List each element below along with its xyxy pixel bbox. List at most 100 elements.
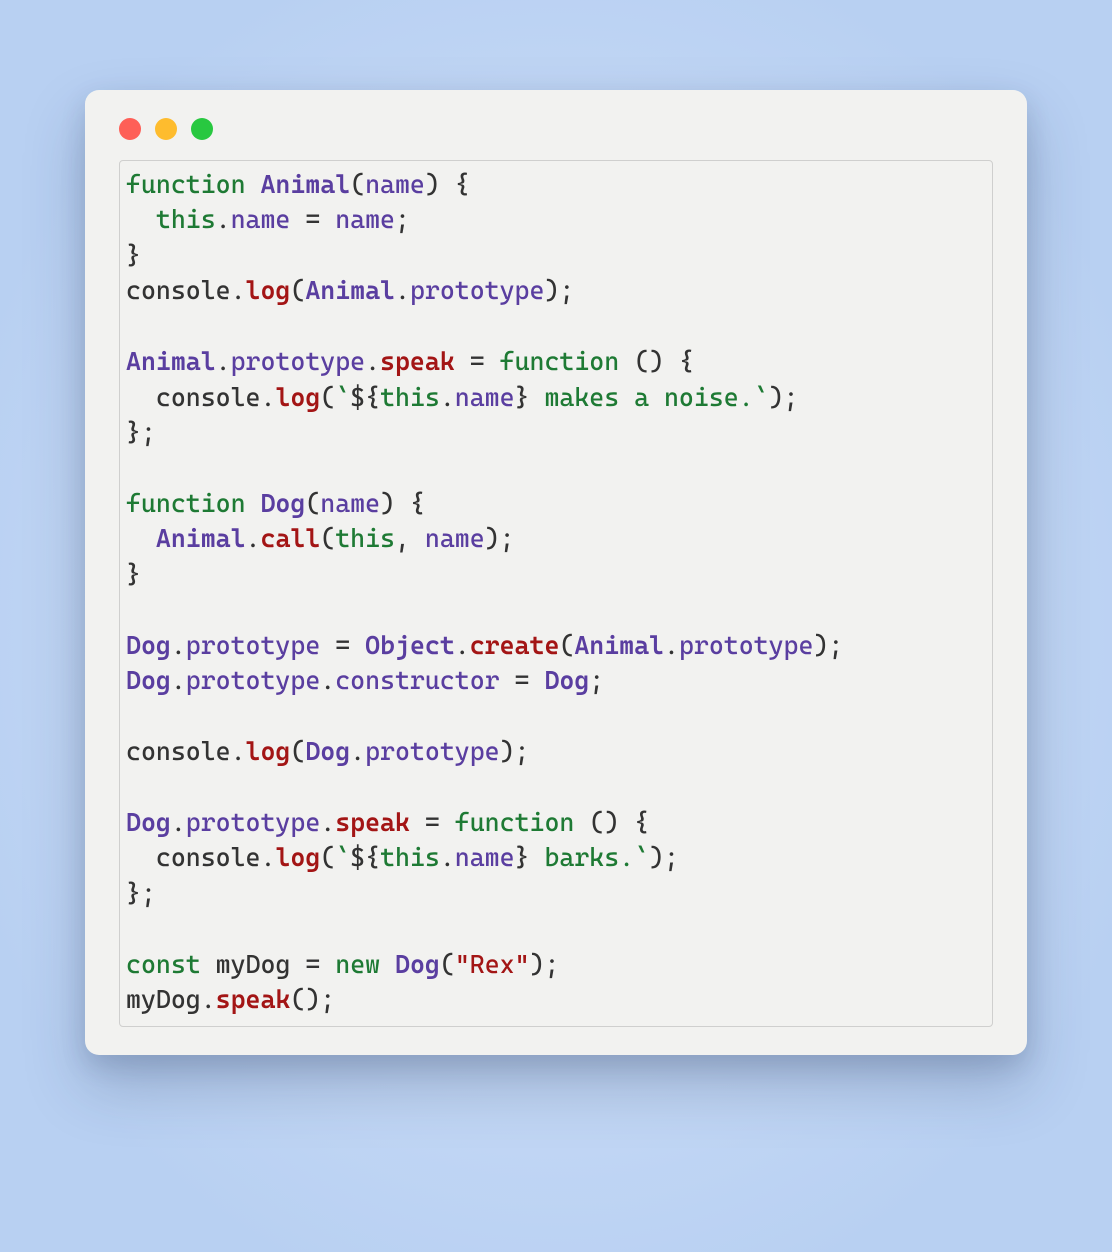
code-token <box>320 630 335 660</box>
code-token: Dog <box>260 488 305 518</box>
code-token <box>455 346 470 376</box>
code-token: { <box>410 488 425 518</box>
code-token <box>201 949 216 979</box>
code-token: const <box>126 949 201 979</box>
code-token: call <box>261 523 321 553</box>
code-token: ) <box>485 523 500 553</box>
zoom-icon[interactable] <box>191 118 213 140</box>
code-token: log <box>275 382 320 412</box>
code-token: ; <box>515 736 530 766</box>
code-token: prototype <box>186 665 320 695</box>
code-token <box>126 523 156 553</box>
code-token: myDog <box>216 949 291 979</box>
code-token: } <box>126 240 141 270</box>
code-token: . <box>395 275 410 305</box>
code-token: barks. <box>530 842 635 872</box>
code-token: . <box>171 807 186 837</box>
code-token: ` <box>634 842 649 872</box>
code-token: = <box>305 204 320 234</box>
code-token <box>500 665 515 695</box>
code-token: . <box>201 984 216 1014</box>
code-token: ; <box>500 523 515 553</box>
code-token: Object <box>365 630 455 660</box>
code-token: ( <box>559 630 574 660</box>
code-token: = <box>515 665 530 695</box>
code-token: . <box>216 204 231 234</box>
code-token: constructor <box>335 665 499 695</box>
code-token <box>485 346 500 376</box>
code-token: ; <box>395 204 410 234</box>
code-token: "Rex" <box>455 949 530 979</box>
code-token: { <box>679 346 694 376</box>
code-token: speak <box>335 807 410 837</box>
code-token: = <box>425 807 440 837</box>
code-token: . <box>440 382 455 412</box>
minimize-icon[interactable] <box>155 118 177 140</box>
code-token: } <box>515 382 530 412</box>
code-token <box>619 807 634 837</box>
code-token: prototype <box>186 807 320 837</box>
code-token: prototype <box>365 736 499 766</box>
code-window: function Animal(name) { this.name = name… <box>85 90 1027 1055</box>
code-token <box>440 169 455 199</box>
code-token: ) <box>544 275 559 305</box>
code-token: ( <box>290 736 305 766</box>
code-token <box>320 204 335 234</box>
code-token <box>320 949 335 979</box>
code-token: this <box>335 523 395 553</box>
code-token: ; <box>664 842 679 872</box>
code-token: speak <box>380 346 455 376</box>
code-token: . <box>664 630 679 660</box>
code-token: ( <box>320 523 335 553</box>
code-token: . <box>455 630 470 660</box>
code-token: console <box>156 382 261 412</box>
code-token <box>246 169 261 199</box>
code-token: , <box>395 523 410 553</box>
code-token: ) <box>813 630 828 660</box>
code-token <box>619 346 634 376</box>
code-token: name <box>455 382 515 412</box>
code-editor[interactable]: function Animal(name) { this.name = name… <box>119 160 993 1027</box>
code-token: ; <box>784 382 799 412</box>
code-token: Animal <box>126 346 216 376</box>
code-token: . <box>231 736 246 766</box>
code-token: Animal <box>156 523 246 553</box>
code-token: ; <box>141 878 156 908</box>
code-token: . <box>231 275 246 305</box>
code-token: . <box>246 523 261 553</box>
titlebar <box>85 90 1027 160</box>
code-token: . <box>365 346 380 376</box>
code-token: Animal <box>305 275 395 305</box>
close-icon[interactable] <box>119 118 141 140</box>
code-token: name <box>455 842 515 872</box>
code-token: function <box>126 488 246 518</box>
code-token: console <box>126 736 231 766</box>
code-token: name <box>231 204 291 234</box>
code-token: ${ <box>350 842 380 872</box>
code-token: prototype <box>186 630 320 660</box>
code-token: { <box>634 807 649 837</box>
code-token: Animal <box>260 169 350 199</box>
code-token <box>664 346 679 376</box>
code-token: this <box>380 382 440 412</box>
code-token: Dog <box>544 665 589 695</box>
code-token: name <box>320 488 380 518</box>
code-token: ${ <box>350 382 380 412</box>
code-token: = <box>335 630 350 660</box>
code-token: ; <box>559 275 574 305</box>
code-token: } <box>126 417 141 447</box>
code-token: log <box>246 736 291 766</box>
code-token: . <box>260 382 275 412</box>
code-token: ) <box>380 488 395 518</box>
code-token: ` <box>335 382 350 412</box>
code-token: Dog <box>126 807 171 837</box>
code-token: . <box>320 807 335 837</box>
code-token: ( <box>440 949 455 979</box>
code-token <box>529 665 544 695</box>
code-token <box>574 807 589 837</box>
code-token: ; <box>544 949 559 979</box>
code-token: this <box>380 842 440 872</box>
code-token: name <box>365 169 425 199</box>
code-token: function <box>455 807 575 837</box>
code-token: this <box>156 204 216 234</box>
